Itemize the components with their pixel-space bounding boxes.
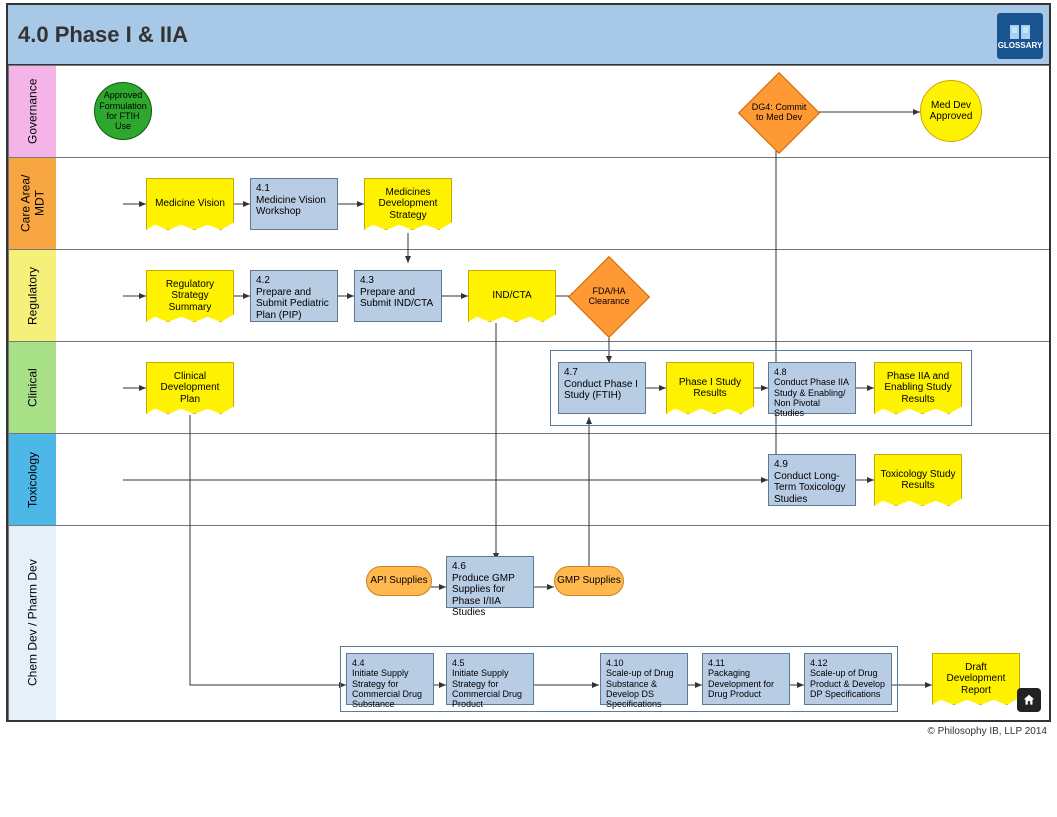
node-fda-ha-clearance: FDA/HA Clearance [568, 256, 650, 338]
glossary-button[interactable]: GLOSSARY [997, 13, 1043, 59]
node-reg-strategy-summary: Regulatory Strategy Summary [146, 270, 234, 322]
node-4-10: 4.10 Scale-up of Drug Substance & Develo… [600, 653, 688, 705]
node-api-supplies: API Supplies [366, 566, 432, 596]
diagram-title: 4.0 Phase I & IIA [18, 22, 188, 48]
node-tox-results: Toxicology Study Results [874, 454, 962, 506]
lane-chem-dev: Chem Dev / Pharm Dev API Supplies 4.6 Pr… [8, 525, 1049, 720]
node-draft-dev-report: Draft Development Report [932, 653, 1020, 705]
node-4-4: 4.4 Initiate Supply Strategy for Commerc… [346, 653, 434, 705]
lane-label-toxicology: Toxicology [8, 434, 56, 525]
node-med-dev-approved: Med Dev Approved [920, 80, 982, 142]
node-clinical-dev-plan: Clinical Development Plan [146, 362, 234, 414]
home-icon [1022, 693, 1036, 707]
node-4-9: 4.9 Conduct Long-Term Toxicology Studies [768, 454, 856, 506]
node-dg4-decision: DG4: Commit to Med Dev [738, 72, 820, 154]
footer-copyright: © Philosophy IB, LLP 2014 [0, 722, 1057, 743]
lane-clinical: Clinical Clinical Development Plan 4.7 C… [8, 341, 1049, 433]
node-phase2a-results: Phase IIA and Enabling Study Results [874, 362, 962, 414]
node-medicine-vision: Medicine Vision [146, 178, 234, 230]
lane-care-area: Care Area/ MDT Medicine Vision 4.1 Medic… [8, 157, 1049, 249]
node-4-8: 4.8 Conduct Phase IIA Study & Enabling/ … [768, 362, 856, 414]
lane-regulatory: Regulatory Regulatory Strategy Summary 4… [8, 249, 1049, 341]
lane-label-care-area: Care Area/ MDT [8, 158, 56, 249]
lane-governance: Governance Approved Formulation for FTIH… [8, 65, 1049, 157]
swimlanes: Governance Approved Formulation for FTIH… [8, 65, 1049, 720]
node-4-6: 4.6 Produce GMP Supplies for Phase I/IIA… [446, 556, 534, 608]
diagram-header: 4.0 Phase I & IIA GLOSSARY [8, 5, 1049, 65]
swimlane-diagram: 4.0 Phase I & IIA GLOSSARY [6, 3, 1051, 722]
node-phase1-results: Phase I Study Results [666, 362, 754, 414]
book-icon [1008, 23, 1032, 41]
node-4-2: 4.2 Prepare and Submit Pediatric Plan (P… [250, 270, 338, 322]
lane-label-regulatory: Regulatory [8, 250, 56, 341]
lane-label-governance: Governance [8, 66, 56, 157]
home-button[interactable] [1017, 688, 1041, 712]
lane-toxicology: Toxicology 4.9 Conduct Long-Term Toxicol… [8, 433, 1049, 525]
node-4-12: 4.12 Scale-up of Drug Product & Develop … [804, 653, 892, 705]
node-gmp-supplies: GMP Supplies [554, 566, 624, 596]
glossary-label: GLOSSARY [998, 41, 1043, 50]
node-medicines-dev-strategy: Medicines Development Strategy [364, 178, 452, 230]
node-4-5: 4.5 Initiate Supply Strategy for Commerc… [446, 653, 534, 705]
node-4-3: 4.3 Prepare and Submit IND/CTA [354, 270, 442, 322]
lane-label-clinical: Clinical [8, 342, 56, 433]
node-ind-cta: IND/CTA [468, 270, 556, 322]
node-4-11: 4.11 Packaging Development for Drug Prod… [702, 653, 790, 705]
node-approved-formulation: Approved Formulation for FTIH Use [94, 82, 152, 140]
node-4-7: 4.7 Conduct Phase I Study (FTIH) [558, 362, 646, 414]
lane-label-chem-dev: Chem Dev / Pharm Dev [8, 526, 56, 720]
node-4-1: 4.1 Medicine Vision Workshop [250, 178, 338, 230]
